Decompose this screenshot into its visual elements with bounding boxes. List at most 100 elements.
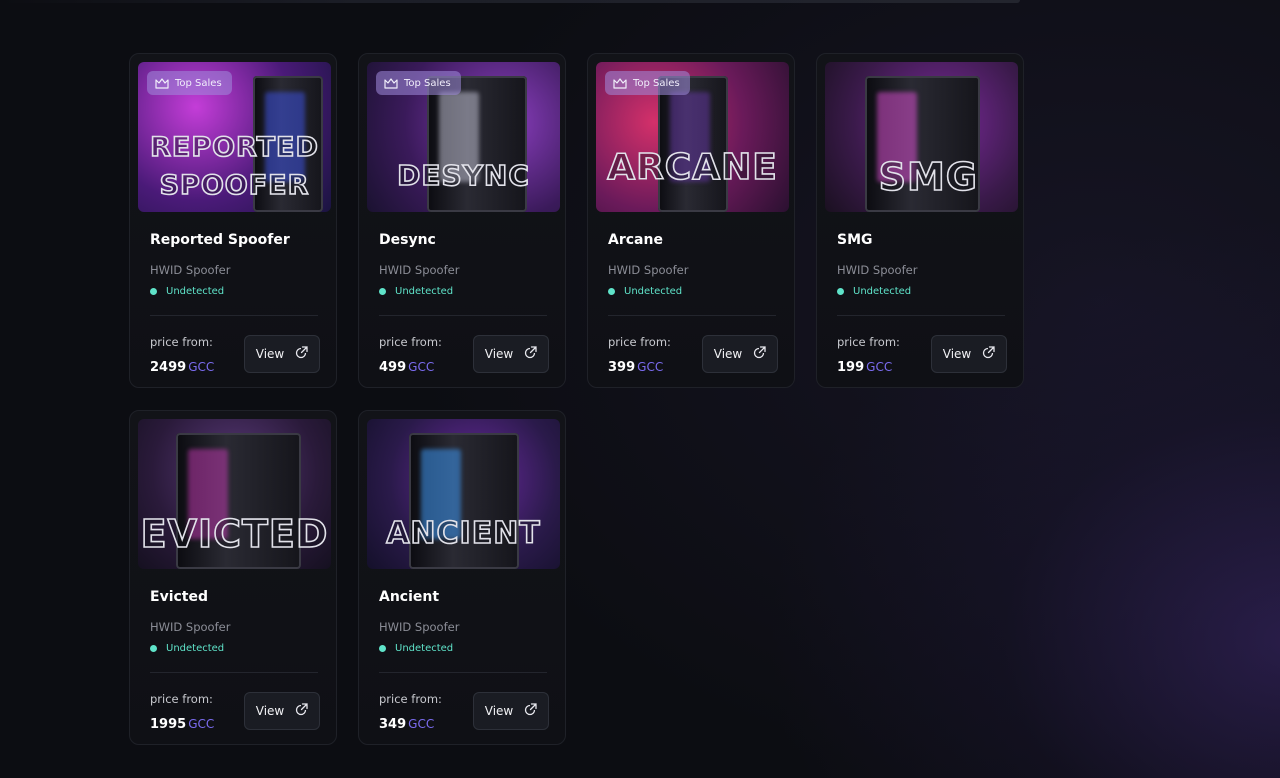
status-dot [379,288,386,295]
view-button[interactable]: View [473,335,549,373]
external-link-icon [295,346,308,362]
price-value: 199 [837,360,865,375]
crown-icon [384,77,398,89]
product-thumbnail: REPORTED SPOOFER Top Sales [138,62,331,212]
view-button-label: View [484,347,514,361]
product-thumbnail: DESYNC Top Sales [367,62,560,212]
badge-label: Top Sales [633,77,680,89]
thumbnail-title-line1: DESYNC [396,159,530,192]
badge-label: Top Sales [175,77,222,89]
view-button-label: View [713,347,743,361]
status-badge: Undetected [150,643,224,654]
price-value: 1995 [150,717,187,732]
product-card-ancient[interactable]: ANCIENT Ancient HWID Spoofer Undetected … [358,410,566,745]
view-button[interactable]: View [931,335,1007,373]
product-card-desync[interactable]: DESYNC Top Sales Desync HWID Spoofer Und… [358,53,566,388]
price-label: price from: [150,692,213,706]
price-label: price from: [150,335,213,349]
product-name: Desync [379,232,436,248]
thumbnail-title-line1: ANCIENT [385,516,541,551]
external-link-icon [524,703,537,719]
external-link-icon [524,346,537,362]
top-sales-badge: Top Sales [147,71,232,95]
top-sales-badge: Top Sales [376,71,461,95]
price-currency: GCC [188,717,215,731]
product-name: Ancient [379,589,440,605]
status-label: Undetected [624,286,683,297]
price: 499 GCC [379,360,434,375]
thumbnail-title-line1: ARCANE [606,147,778,188]
product-type: HWID Spoofer [379,263,460,277]
product-type: HWID Spoofer [150,620,231,634]
status-label: Undetected [395,643,454,654]
product-thumbnail: SMG [825,62,1018,212]
product-thumbnail: ANCIENT [367,419,560,569]
price-label: price from: [608,335,671,349]
view-button[interactable]: View [244,692,320,730]
top-sales-badge: Top Sales [605,71,690,95]
crown-icon [155,77,169,89]
product-name: SMG [837,232,873,248]
view-button-label: View [484,704,514,718]
price-label: price from: [379,692,442,706]
product-card-arcane[interactable]: ARCANE Top Sales Arcane HWID Spoofer Und… [587,53,795,388]
crown-icon [613,77,627,89]
view-button[interactable]: View [473,692,549,730]
external-link-icon [982,346,995,362]
status-badge: Undetected [150,286,224,297]
product-card-reported-spoofer[interactable]: REPORTED SPOOFER Top Sales Reported Spoo… [129,53,337,388]
external-link-icon [753,346,766,362]
badge-label: Top Sales [404,77,451,89]
view-button[interactable]: View [702,335,778,373]
view-button-label: View [255,347,285,361]
price: 1995 GCC [150,717,214,732]
divider [837,315,1005,316]
thumbnail-title-line1: SMG [878,155,978,199]
price-label: price from: [837,335,900,349]
external-link-icon [295,703,308,719]
product-thumbnail: EVICTED [138,419,331,569]
price-currency: GCC [637,360,664,374]
divider [379,315,547,316]
view-button-label: View [942,347,972,361]
product-thumbnail: ARCANE Top Sales [596,62,789,212]
product-card-evicted[interactable]: EVICTED Evicted HWID Spoofer Undetected … [129,410,337,745]
product-type: HWID Spoofer [608,263,689,277]
price: 349 GCC [379,717,434,732]
status-dot [837,288,844,295]
status-label: Undetected [395,286,454,297]
product-type: HWID Spoofer [837,263,918,277]
thumbnail-title-line1: REPORTED [149,132,319,163]
price-currency: GCC [408,360,435,374]
status-label: Undetected [853,286,912,297]
divider [150,672,318,673]
status-label: Undetected [166,286,225,297]
price-value: 399 [608,360,636,375]
product-type: HWID Spoofer [379,620,460,634]
price-currency: GCC [188,360,215,374]
thumbnail-title-line2: SPOOFER [159,170,310,201]
header-shadow-bar [0,0,1020,3]
price-currency: GCC [866,360,893,374]
product-card-smg[interactable]: SMG SMG HWID Spoofer Undetected price fr… [816,53,1024,388]
price: 199 GCC [837,360,892,375]
status-label: Undetected [166,643,225,654]
status-dot [608,288,615,295]
divider [379,672,547,673]
divider [608,315,776,316]
price-value: 349 [379,717,407,732]
price: 2499 GCC [150,360,214,375]
status-dot [150,645,157,652]
view-button[interactable]: View [244,335,320,373]
price-currency: GCC [408,717,435,731]
price-value: 499 [379,360,407,375]
status-badge: Undetected [837,286,911,297]
view-button-label: View [255,704,285,718]
price-value: 2499 [150,360,187,375]
product-name: Arcane [608,232,663,248]
status-badge: Undetected [379,286,453,297]
status-dot [150,288,157,295]
status-badge: Undetected [379,643,453,654]
pc-case-image [658,76,728,212]
price: 399 GCC [608,360,663,375]
